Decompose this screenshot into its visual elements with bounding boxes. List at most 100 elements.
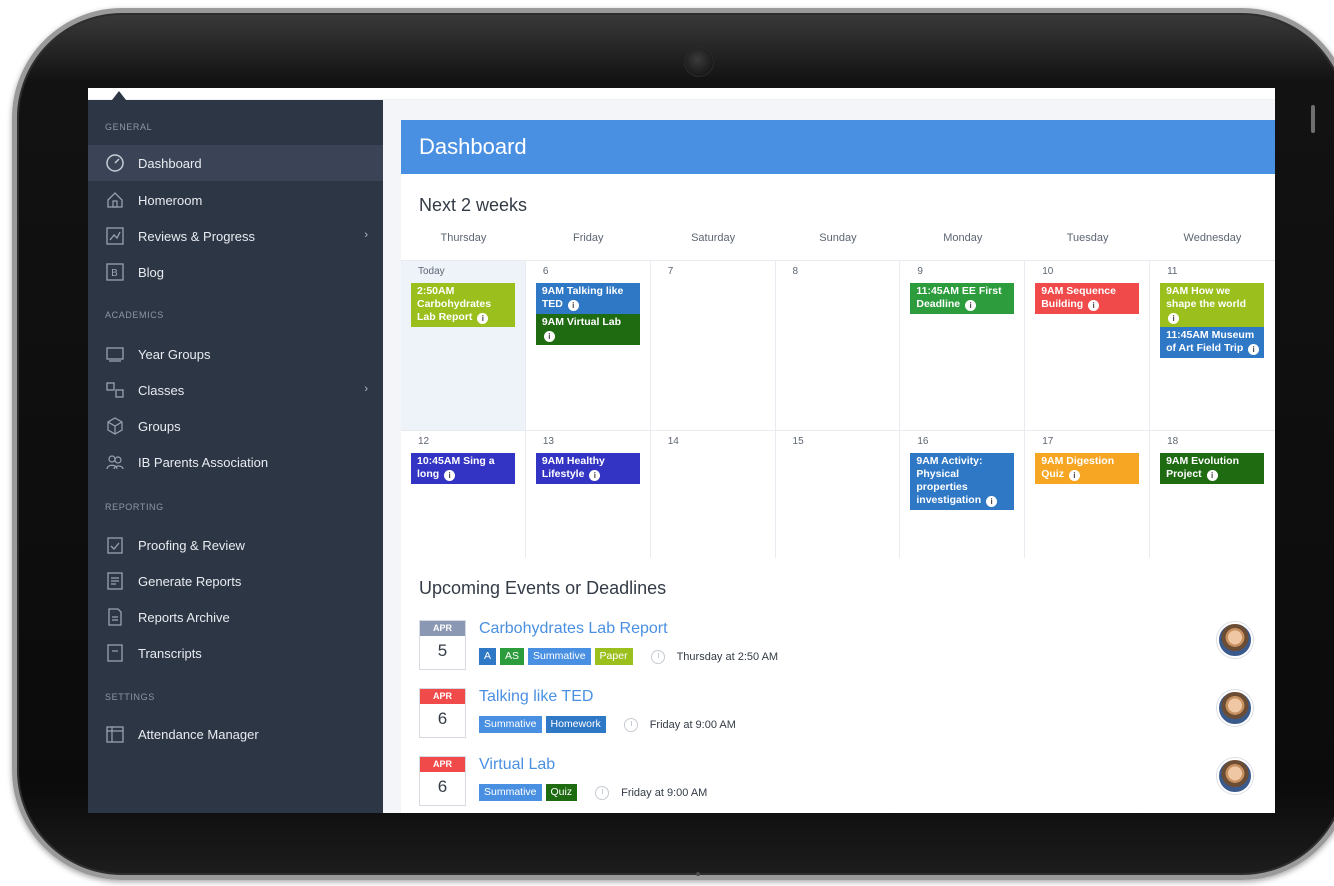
chevron-right-icon: › xyxy=(364,383,368,395)
tag-list: Summative Quiz Friday at 9:00 AM xyxy=(479,784,707,801)
sidebar-item-label: Year Groups xyxy=(138,346,211,362)
home-sensor xyxy=(696,872,700,876)
sidebar-item-transcripts[interactable]: Transcripts xyxy=(88,635,383,671)
day-number: 17 xyxy=(1042,436,1054,447)
day-number: 18 xyxy=(1167,436,1179,447)
sidebar-item-generate-reports[interactable]: Generate Reports xyxy=(88,563,383,599)
app-screen: GENERAL Dashboard Homeroom Reviews & Pro… xyxy=(88,88,1275,813)
tag-list: A AS Summative Paper Thursday at 2:50 AM xyxy=(479,648,778,665)
date-badge-month: APR xyxy=(420,621,465,636)
info-icon[interactable]: i xyxy=(589,470,601,481)
calendar-event[interactable]: 11:45AM EE First Deadline i xyxy=(910,283,1015,314)
info-icon[interactable]: i xyxy=(543,331,555,342)
top-strip xyxy=(88,88,1275,100)
day-names-row: Thursday Friday Saturday Sunday Monday T… xyxy=(401,232,1275,254)
tag-badge: Summative xyxy=(479,716,542,733)
due-time: Friday at 9:00 AM xyxy=(595,785,708,800)
sidebar-item-reviews-progress[interactable]: Reviews & Progress › xyxy=(88,218,383,254)
sidebar-item-proofing-review[interactable]: Proofing & Review xyxy=(88,527,383,563)
calendar-day: 16 9AM Activity: Physical properties inve… xyxy=(900,431,1026,558)
info-icon[interactable]: i xyxy=(567,300,579,311)
calendar-event[interactable]: 9AM Healthy Lifestyle i xyxy=(535,453,640,484)
calendar-event[interactable]: 9AM Digestion Quiz i xyxy=(1035,453,1140,484)
calendar-event[interactable]: 9AM Virtual Lab i xyxy=(535,314,640,345)
day-number: 15 xyxy=(792,436,804,447)
calendar-event[interactable]: 9AM Sequence Building i xyxy=(1035,283,1140,314)
day-number: 9 xyxy=(917,266,923,277)
calendar-event[interactable]: 9AM How we shape the world i xyxy=(1160,283,1265,327)
chart-icon xyxy=(105,226,125,246)
sidebar-item-ib-parents-association[interactable]: IB Parents Association xyxy=(88,444,383,480)
generate-reports-icon xyxy=(105,571,125,591)
calendar-day: 18 9AM Evolution Project i xyxy=(1150,431,1275,558)
info-icon[interactable]: i xyxy=(477,313,489,324)
sidebar-item-attendance-manager[interactable]: Attendance Manager xyxy=(88,716,383,752)
event-text: 9AM Talking like TED xyxy=(541,285,624,310)
info-icon[interactable]: i xyxy=(444,470,456,481)
info-icon[interactable]: i xyxy=(965,300,977,311)
tag-badge: Summative xyxy=(479,784,542,801)
avatar[interactable] xyxy=(1217,690,1253,726)
avatar[interactable] xyxy=(1217,622,1253,658)
info-icon[interactable]: i xyxy=(986,496,998,507)
clock-icon xyxy=(623,717,638,732)
day-name: Sunday xyxy=(819,232,857,244)
calendar-day: 15 xyxy=(776,431,901,558)
day-name: Tuesday xyxy=(1066,232,1109,244)
clipboard-check-icon xyxy=(105,535,125,555)
info-icon[interactable]: i xyxy=(1206,470,1218,481)
sidebar-item-reports-archive[interactable]: Reports Archive xyxy=(88,599,383,635)
calendar-heading: Next 2 weeks xyxy=(419,195,528,215)
sidebar-item-label: Dashboard xyxy=(138,155,202,171)
sidebar-item-label: Homeroom xyxy=(138,192,203,208)
info-icon[interactable]: i xyxy=(1168,313,1180,324)
calendar-event[interactable]: 9AM Activity: Physical properties invest… xyxy=(910,453,1015,510)
upcoming-title-link[interactable]: Talking like TED xyxy=(479,688,593,706)
sidebar-item-label: Groups xyxy=(138,418,181,434)
day-number: 6 xyxy=(542,266,549,277)
sidebar: GENERAL Dashboard Homeroom Reviews & Pro… xyxy=(88,100,383,813)
calendar-day: 10 9AM Sequence Building i xyxy=(1025,261,1151,430)
upcoming-heading: Upcoming Events or Deadlines xyxy=(419,578,667,598)
event-text: 10:45AM Sing a long xyxy=(417,455,495,480)
date-badge-day: 6 xyxy=(437,709,448,728)
avatar[interactable] xyxy=(1217,758,1253,794)
day-number: 16 xyxy=(917,436,929,447)
day-name: Monday xyxy=(943,232,983,244)
calendar-day: 6 9AM Talking like TED i 9AM Virtual Lab i xyxy=(526,261,651,430)
day-name: Friday xyxy=(572,232,604,244)
upcoming-title-link[interactable]: Carbohydrates Lab Report xyxy=(479,620,668,638)
sidebar-item-groups[interactable]: Groups xyxy=(88,408,383,444)
info-icon[interactable]: i xyxy=(1248,344,1260,355)
upcoming-item: APR 6 Virtual Lab Summative Quiz Friday at 9:… xyxy=(419,756,1275,813)
day-name: Wednesday xyxy=(1183,232,1242,244)
calendar-day: 14 xyxy=(651,431,776,558)
calendar-event[interactable]: 2:50AM Carbohydrates Lab Report i xyxy=(411,283,515,327)
tag-badge: Homework xyxy=(545,716,606,733)
calendar-event[interactable]: 11:45AM Museum of Art Field Trip i xyxy=(1160,327,1265,358)
tag-badge: Paper xyxy=(594,648,633,665)
tag-badge: AS xyxy=(500,648,525,665)
calendar-event[interactable]: 9AM Talking like TED i xyxy=(535,283,640,314)
sidebar-item-label: Classes xyxy=(138,382,185,398)
calendar-week-2: 12 10:45AM Sing a long i 13 9AM Healthy Lif… xyxy=(401,430,1275,558)
day-number: 7 xyxy=(667,266,674,277)
due-time-text: Thursday at 2:50 AM xyxy=(676,650,779,663)
sidebar-item-blog[interactable]: B Blog xyxy=(88,254,383,290)
sidebar-item-year-groups[interactable]: Year Groups xyxy=(88,336,383,372)
info-icon[interactable]: i xyxy=(1088,300,1100,311)
date-badge-month: APR xyxy=(420,689,465,704)
calendar-event[interactable]: 10:45AM Sing a long i xyxy=(411,453,515,484)
sidebar-item-classes[interactable]: Classes › xyxy=(88,372,383,408)
event-text: 9AM Sequence Building xyxy=(1041,285,1116,310)
calendar-event[interactable]: 9AM Evolution Project i xyxy=(1160,453,1265,484)
due-time-text: Friday at 9:00 AM xyxy=(621,786,708,799)
camera-icon xyxy=(684,47,714,77)
day-number: 13 xyxy=(542,436,554,447)
info-icon[interactable]: i xyxy=(1068,470,1080,481)
classes-icon xyxy=(105,380,125,400)
chevron-right-icon: › xyxy=(364,229,368,241)
sidebar-item-dashboard[interactable]: Dashboard xyxy=(88,145,383,181)
sidebar-item-homeroom[interactable]: Homeroom xyxy=(88,182,383,218)
upcoming-title-link[interactable]: Virtual Lab xyxy=(479,756,555,774)
